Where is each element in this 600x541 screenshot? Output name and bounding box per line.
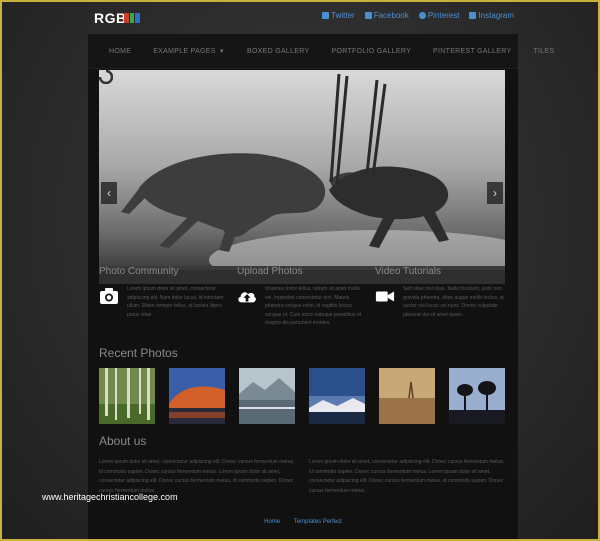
- feature-title: Video Tutorials: [375, 266, 441, 277]
- pinterest-link[interactable]: Pinterest: [418, 11, 459, 20]
- nav-item-portfolio-gallery[interactable]: PORTFOLIO GALLERY: [332, 48, 412, 55]
- main-nav: HOME EXAMPLE PAGES ▼ BOXED GALLERY PORTFO…: [88, 34, 554, 69]
- feature-upload-photos: Upload Photos Vivamus tortor tellus, rut…: [237, 266, 367, 328]
- feature-title: Upload Photos: [237, 266, 303, 277]
- recent-photos-grid: [99, 368, 505, 424]
- loading-spinner-icon: [99, 70, 113, 84]
- twitter-link[interactable]: Twitter: [322, 11, 355, 20]
- about-title: About us: [99, 434, 147, 448]
- pinterest-icon: [418, 12, 426, 19]
- footer: Home Templates Perfect: [88, 519, 518, 525]
- feature-text: Lorem ipsum dolor sit amet, consectetur …: [127, 286, 224, 318]
- hero-slider[interactable]: ‹ ›: [99, 70, 505, 284]
- caret-down-icon: ▼: [218, 48, 225, 55]
- video-camera-icon: [375, 291, 395, 302]
- twitter-icon: [322, 12, 330, 19]
- thumbnail-tree-silhouette[interactable]: [449, 368, 505, 424]
- about-section: Lorem ipsum dolor sit amet, consectetur …: [99, 458, 505, 496]
- page-frame: RGB Twitter Facebook Pinterest Instagram…: [0, 0, 600, 541]
- oryx-photo: [99, 73, 505, 284]
- nav-item-boxed-gallery[interactable]: BOXED GALLERY: [247, 48, 310, 55]
- instagram-icon: [469, 12, 477, 19]
- footer-credit-link[interactable]: Templates Perfect: [294, 519, 342, 525]
- thumbnail-forest[interactable]: [99, 368, 155, 424]
- nav-item-example-pages[interactable]: EXAMPLE PAGES ▼: [153, 48, 225, 55]
- thumbnail-red-rock[interactable]: [169, 368, 225, 424]
- feature-text: Sed vitae nisl risus. Nulla tincidunt, j…: [403, 286, 504, 318]
- thumbnail-mountain-lake[interactable]: [309, 368, 365, 424]
- facebook-link[interactable]: Facebook: [364, 11, 409, 20]
- thumbnail-snow-lake[interactable]: [239, 368, 295, 424]
- content-panel: HOME EXAMPLE PAGES ▼ BOXED GALLERY PORTFO…: [88, 34, 554, 539]
- feature-photo-community: Photo Community Lorem ipsum dolor sit am…: [99, 266, 229, 328]
- logo-color-bars: [124, 13, 141, 23]
- top-bar: RGB Twitter Facebook Pinterest Instagram: [94, 8, 514, 28]
- instagram-link[interactable]: Instagram: [469, 11, 514, 20]
- thumbnail-sepia-field[interactable]: [379, 368, 435, 424]
- facebook-icon: [364, 12, 372, 19]
- nav-item-pinterest-gallery[interactable]: PINTEREST GALLERY: [433, 48, 511, 55]
- feature-title: Photo Community: [99, 266, 179, 277]
- slider-next-button[interactable]: ›: [487, 182, 503, 204]
- watermark-text: www.heritagechristiancollege.com: [42, 492, 178, 502]
- about-text-left: Lorem ipsum dolor sit amet, consectetur …: [99, 459, 295, 494]
- footer-home-link[interactable]: Home: [264, 519, 280, 525]
- cloud-upload-icon: [238, 292, 256, 303]
- feature-columns: Photo Community Lorem ipsum dolor sit am…: [99, 266, 505, 328]
- nav-item-tiles[interactable]: TILES: [533, 48, 554, 55]
- recent-photos-title: Recent Photos: [99, 346, 178, 360]
- feature-text: Vivamus tortor tellus, rutrum sit amet m…: [265, 286, 362, 326]
- slider-prev-button[interactable]: ‹: [101, 182, 117, 204]
- nav-item-home[interactable]: HOME: [109, 48, 131, 55]
- about-text-right: Lorem ipsum dolor sit amet, consectetur …: [309, 459, 505, 494]
- social-links: Twitter Facebook Pinterest Instagram: [322, 11, 514, 20]
- feature-video-tutorials: Video Tutorials Sed vitae nisl risus. Nu…: [375, 266, 505, 328]
- site-logo[interactable]: RGB: [94, 10, 127, 26]
- camera-icon: [100, 288, 118, 304]
